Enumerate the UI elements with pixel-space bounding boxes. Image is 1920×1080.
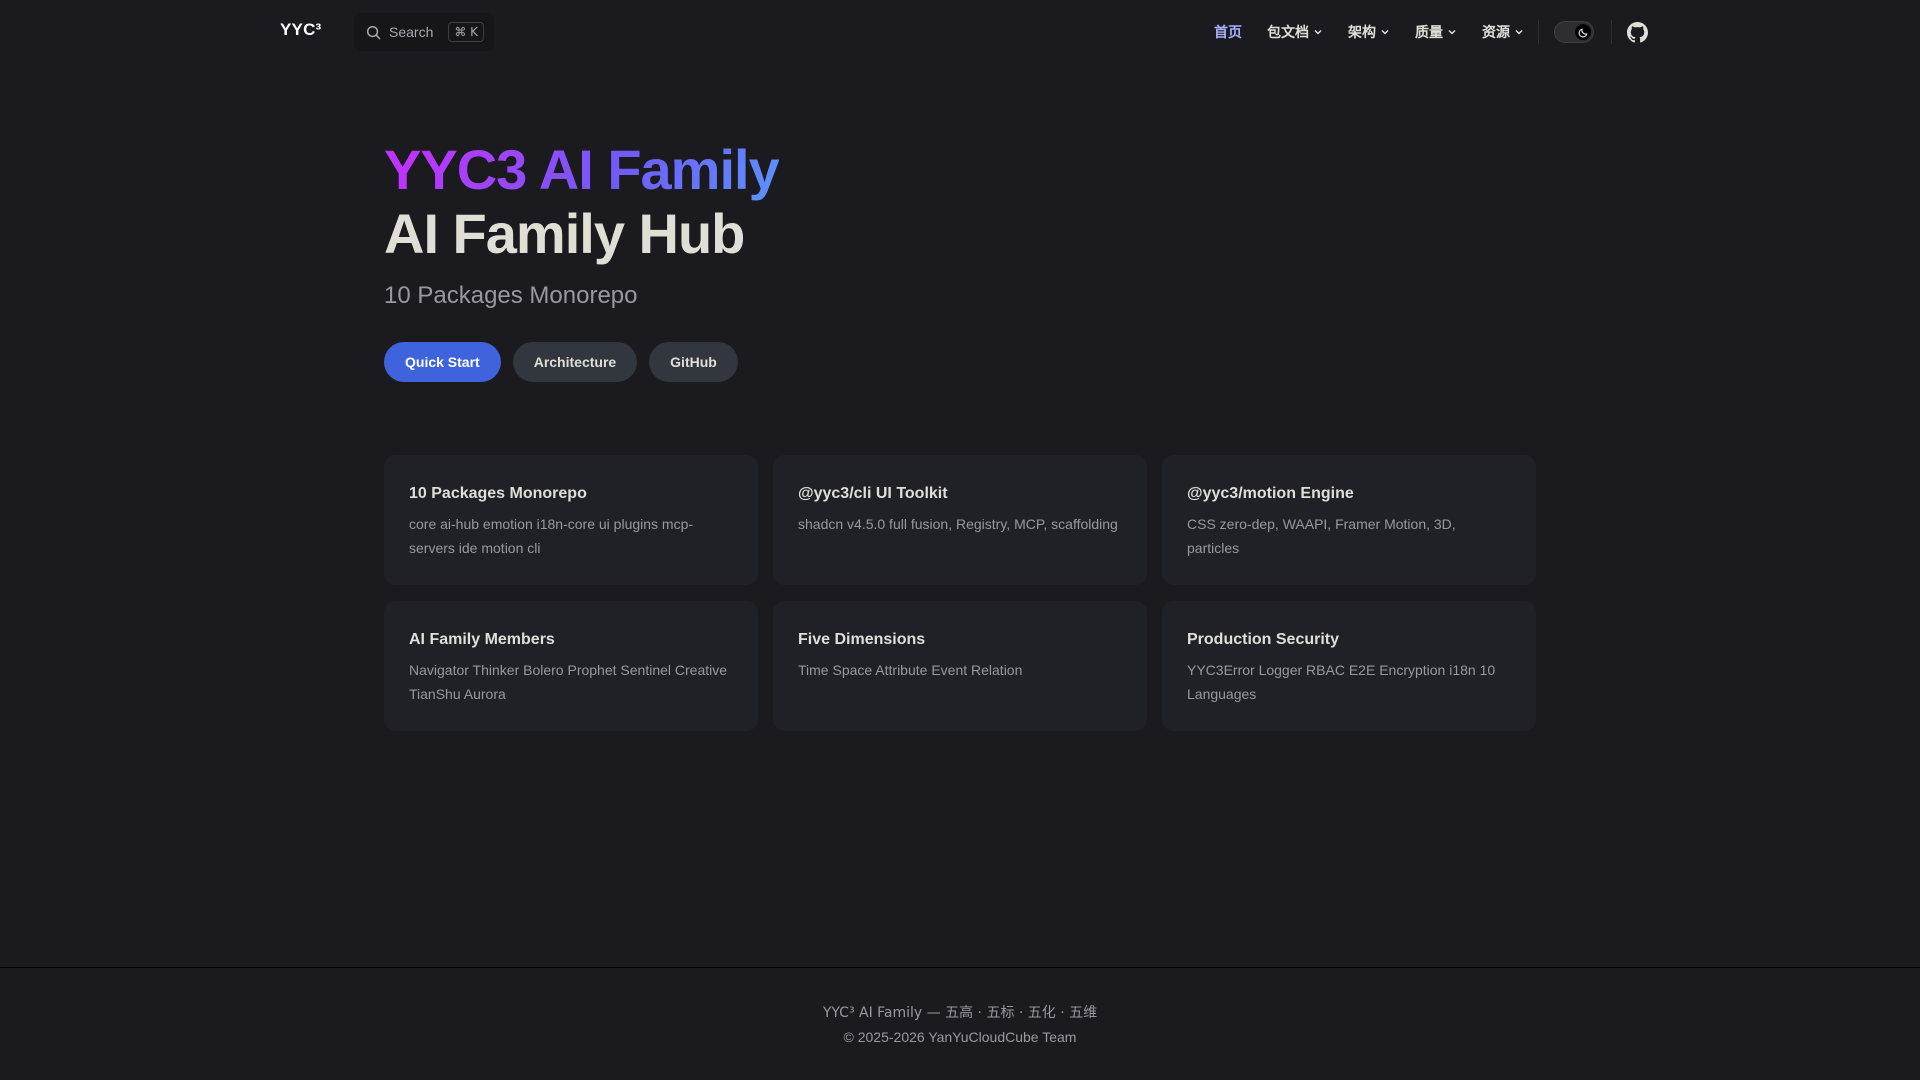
chevron-down-icon xyxy=(1381,29,1389,35)
hero-section: YYC3 AI Family AI Family Hub 10 Packages… xyxy=(384,138,1536,382)
footer-message: YYC³ AI Family — 五高 · 五标 · 五化 · 五维 xyxy=(822,1005,1098,1021)
hero-actions: Quick Start Architecture GitHub xyxy=(384,342,1536,382)
feature-title: AI Family Members xyxy=(409,631,555,648)
nav-item-label: 首页 xyxy=(1214,25,1242,41)
hero-name: YYC3 AI Family xyxy=(384,138,780,201)
hero-text: AI Family Hub xyxy=(384,202,745,265)
feature-card: @yyc3/cli UI Toolkit shadcn v4.5.0 full … xyxy=(773,455,1147,585)
search-label: Search xyxy=(389,24,434,40)
feature-title: 10 Packages Monorepo xyxy=(409,485,587,502)
feature-details: CSS zero-dep, WAAPI, Framer Motion, 3D, … xyxy=(1187,516,1456,556)
chevron-down-icon xyxy=(1448,29,1456,35)
search-button[interactable]: Search ⌘ K xyxy=(354,13,494,51)
feature-card: 10 Packages Monorepo core ai-hub emotion… xyxy=(384,455,758,585)
nav-item-packages[interactable]: 包文档 xyxy=(1267,22,1323,42)
nav-item-architecture[interactable]: 架构 xyxy=(1348,22,1390,42)
hero-heading: YYC3 AI Family AI Family Hub xyxy=(384,138,1536,266)
feature-card: Production Security YYC3Error Logger RBA… xyxy=(1162,601,1536,731)
feature-details: shadcn v4.5.0 full fusion, Registry, MCP… xyxy=(798,516,1118,532)
features-grid: 10 Packages Monorepo core ai-hub emotion… xyxy=(384,455,1536,731)
github-button[interactable]: GitHub xyxy=(649,342,738,382)
site-footer: YYC³ AI Family — 五高 · 五标 · 五化 · 五维 © 202… xyxy=(0,967,1920,1080)
nav-item-quality[interactable]: 质量 xyxy=(1415,22,1457,42)
theme-toggle[interactable] xyxy=(1554,21,1594,43)
search-shortcut: ⌘ K xyxy=(448,22,484,42)
nav-item-resources[interactable]: 资源 xyxy=(1482,22,1524,42)
chevron-down-icon xyxy=(1314,29,1322,35)
feature-title: Production Security xyxy=(1187,631,1340,648)
hero-tagline: 10 Packages Monorepo xyxy=(384,282,638,309)
feature-details: Navigator Thinker Bolero Prophet Sentine… xyxy=(409,662,728,702)
feature-title: @yyc3/cli UI Toolkit xyxy=(798,485,948,502)
feature-details: YYC3Error Logger RBAC E2E Encryption i18… xyxy=(1187,662,1496,702)
top-nav: YYC³ Search ⌘ K 首页 包文档 架构 质量 资源 xyxy=(0,0,1920,64)
nav-item-label: 包文档 xyxy=(1267,25,1309,41)
feature-card: Five Dimensions Time Space Attribute Eve… xyxy=(773,601,1147,731)
feature-details: core ai-hub emotion i18n-core ui plugins… xyxy=(409,516,694,556)
footer-copyright: © 2025-2026 YanYuCloudCube Team xyxy=(843,1029,1077,1045)
feature-card: @yyc3/motion Engine CSS zero-dep, WAAPI,… xyxy=(1162,455,1536,585)
feature-title: Five Dimensions xyxy=(798,631,926,648)
feature-title: @yyc3/motion Engine xyxy=(1187,485,1354,502)
feature-card: AI Family Members Navigator Thinker Bole… xyxy=(384,601,758,731)
nav-item-label: 资源 xyxy=(1482,25,1510,41)
moon-icon xyxy=(1578,27,1588,37)
nav-item-label: 架构 xyxy=(1348,25,1376,41)
toggle-knob xyxy=(1575,24,1591,40)
nav-divider xyxy=(1611,20,1612,44)
architecture-button[interactable]: Architecture xyxy=(512,342,638,382)
nav-item-home[interactable]: 首页 xyxy=(1214,22,1242,42)
chevron-down-icon xyxy=(1515,29,1523,35)
nav-divider xyxy=(1538,20,1539,44)
feature-details: Time Space Attribute Event Relation xyxy=(798,662,1023,678)
github-icon[interactable] xyxy=(1627,22,1648,43)
nav-item-label: 质量 xyxy=(1415,25,1443,41)
quick-start-button[interactable]: Quick Start xyxy=(384,342,501,382)
search-icon xyxy=(366,25,381,39)
site-logo[interactable]: YYC³ xyxy=(280,20,321,40)
nav-menu: 首页 包文档 架构 质量 资源 xyxy=(1189,0,1524,64)
